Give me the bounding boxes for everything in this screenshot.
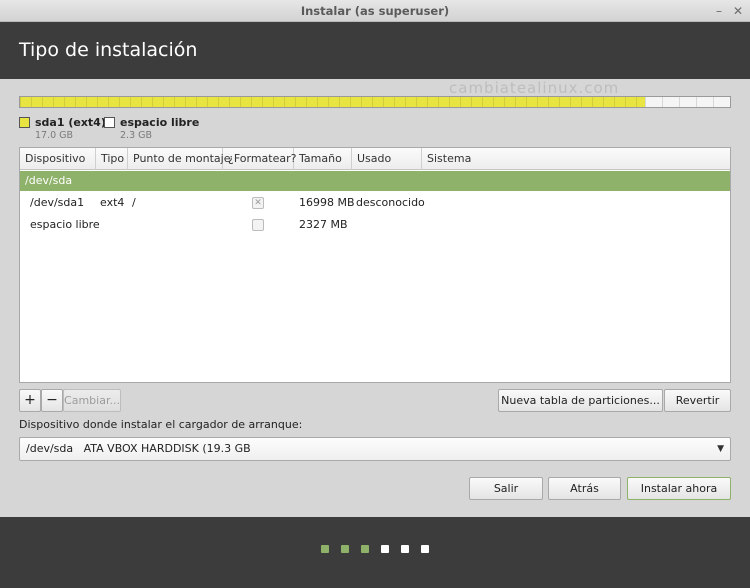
table-group-row[interactable]: /dev/sda [20, 171, 730, 191]
progress-dot-pending [381, 545, 389, 553]
legend-swatch-free [104, 117, 115, 128]
legend-size: 2.3 GB [120, 130, 153, 141]
chevron-down-icon: ▼ [717, 444, 724, 454]
column-header-used[interactable]: Usado [352, 148, 422, 170]
column-header-format[interactable]: ¿Formatear? [223, 148, 296, 170]
minimize-icon[interactable]: – [710, 2, 728, 20]
cell-size: 16998 MB [299, 196, 355, 209]
change-partition-button[interactable]: Cambiar... [63, 389, 121, 412]
bootloader-device-select[interactable]: /dev/sda ATA VBOX HARDDISK (19.3 GB ▼ [19, 437, 731, 461]
page-header: Tipo de instalación [0, 22, 750, 79]
cell-size: 2327 MB [299, 218, 348, 231]
column-header-device[interactable]: Dispositivo [20, 148, 96, 170]
progress-dot-completed [361, 545, 369, 553]
legend-item-sda1: sda1 (ext4) 17.0 GB [19, 116, 106, 141]
cell-device: espacio libre [30, 218, 100, 231]
progress-dot-pending [401, 545, 409, 553]
window-title: Instalar (as superuser) [300, 4, 450, 18]
table-header: Dispositivo Tipo Punto de montaje ¿Forma… [20, 148, 730, 170]
column-header-system[interactable]: Sistema [422, 148, 730, 170]
cell-used: desconocido [356, 196, 425, 209]
add-partition-button[interactable]: + [19, 389, 41, 412]
progress-dot-pending [421, 545, 429, 553]
revert-button[interactable]: Revertir [664, 389, 731, 412]
installer-footer [0, 517, 750, 588]
cell-type: ext4 [100, 196, 125, 209]
legend-name: espacio libre [120, 116, 200, 129]
cell-mount: / [132, 196, 136, 209]
bootloader-selected-value: /dev/sda ATA VBOX HARDDISK (19.3 GB [26, 442, 251, 455]
page-title: Tipo de instalación [19, 39, 198, 61]
partition-bar-free-segment [644, 97, 730, 107]
legend-item-free-space: espacio libre 2.3 GB [104, 116, 200, 141]
remove-partition-button[interactable]: − [41, 389, 63, 412]
back-button[interactable]: Atrás [548, 477, 621, 500]
table-row[interactable]: /dev/sda1 ext4 / ✕ 16998 MB desconocido [20, 192, 730, 214]
partition-bar-used-segment [20, 97, 645, 107]
legend-swatch-sda1 [19, 117, 30, 128]
quit-button[interactable]: Salir [469, 477, 543, 500]
progress-indicator [0, 545, 750, 553]
column-header-type[interactable]: Tipo [96, 148, 128, 170]
cell-device: /dev/sda1 [30, 196, 85, 209]
progress-dot-completed [321, 545, 329, 553]
progress-dot-completed [341, 545, 349, 553]
bootloader-label: Dispositivo donde instalar el cargador d… [19, 418, 303, 431]
close-icon[interactable]: ✕ [729, 2, 747, 20]
new-partition-table-button[interactable]: Nueva tabla de particiones... [498, 389, 663, 412]
legend-size: 17.0 GB [35, 130, 74, 141]
window-titlebar: Instalar (as superuser) – ✕ [0, 0, 750, 22]
column-header-size[interactable]: Tamaño [294, 148, 352, 170]
format-checkbox[interactable] [252, 219, 264, 231]
column-header-mount[interactable]: Punto de montaje [128, 148, 230, 170]
table-row[interactable]: espacio libre 2327 MB [20, 214, 730, 236]
watermark-text: cambiatealinux.com [449, 79, 620, 97]
partition-table[interactable]: Dispositivo Tipo Punto de montaje ¿Forma… [19, 147, 731, 383]
install-now-button[interactable]: Instalar ahora [627, 477, 731, 500]
format-checkbox[interactable]: ✕ [252, 197, 264, 209]
legend-name: sda1 (ext4) [35, 116, 106, 129]
partition-bar [19, 96, 731, 108]
